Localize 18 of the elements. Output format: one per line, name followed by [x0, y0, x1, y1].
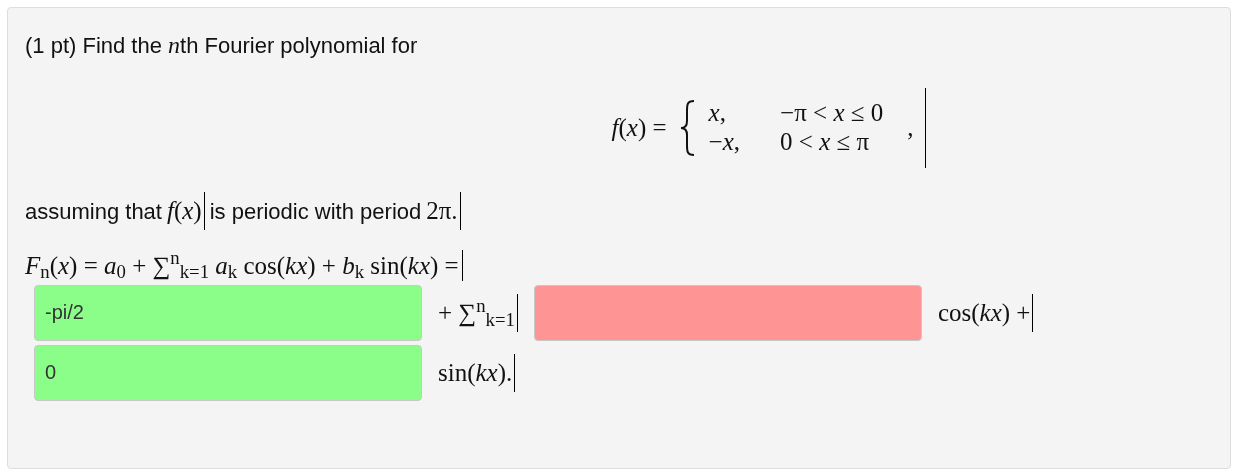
- assumption-text: is periodic with period: [209, 198, 422, 226]
- case-condition: −π < x ≤ 0: [780, 99, 884, 128]
- function-label: f(x) =: [611, 113, 667, 144]
- answer-field[interactable]: -pi/2: [34, 284, 422, 341]
- comma-text: ,: [907, 113, 914, 144]
- question-text: (1 pt) Find the nth Fourier polynomial for: [25, 31, 419, 60]
- math-text: sin(kx).: [438, 354, 516, 392]
- formula-text: F$_{n}$(x) = a$_{0}$ + ∑$^{n}$$_{k=1}$ a$_{k}$ cos(kx) + b$_{k}$ sin(kx) =: [25, 249, 463, 281]
- case-expression: −x,: [708, 128, 741, 157]
- brace-icon: [678, 99, 697, 157]
- case-expression: x,: [708, 99, 727, 128]
- case-condition: 0 < x ≤ π: [780, 128, 871, 157]
- function-label: f(x): [166, 192, 205, 230]
- answer-field[interactable]: 0: [34, 344, 422, 401]
- assumption-text: assuming that: [25, 198, 162, 226]
- answer-field[interactable]: [533, 284, 922, 341]
- math-text: cos(kx) +: [937, 294, 1034, 332]
- period-label: 2π.: [426, 192, 461, 230]
